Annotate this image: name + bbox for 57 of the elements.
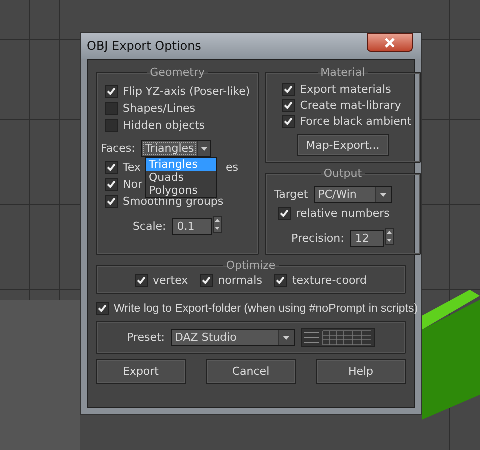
preset-dropdown[interactable]: DAZ Studio bbox=[171, 329, 295, 346]
checkbox-label: Force black ambient bbox=[300, 115, 412, 128]
group-title: Optimize bbox=[225, 259, 277, 272]
checkbox[interactable] bbox=[282, 83, 296, 96]
precision-label: Precision: bbox=[292, 232, 344, 244]
list-option[interactable]: Quads bbox=[146, 171, 216, 184]
group-title: Material bbox=[320, 66, 366, 79]
checkbox[interactable] bbox=[274, 274, 288, 287]
map-export-button[interactable]: Map-Export... bbox=[297, 134, 389, 156]
checkbox-label: relative numbers bbox=[296, 207, 390, 220]
checkbox[interactable] bbox=[105, 195, 118, 208]
spinner-arrows-icon[interactable] bbox=[385, 228, 394, 245]
checkbox-label: Create mat-library bbox=[300, 99, 402, 112]
close-button[interactable] bbox=[367, 33, 413, 52]
target-label: Target bbox=[274, 188, 308, 201]
checkbox[interactable] bbox=[282, 115, 296, 128]
scale-label: Scale: bbox=[132, 220, 166, 232]
checkbox-label: Shapes/Lines bbox=[123, 102, 196, 115]
faces-label: Faces: bbox=[101, 142, 136, 155]
caret-icon bbox=[200, 146, 208, 150]
window-title: OBJ Export Options bbox=[87, 39, 202, 53]
checkbox[interactable] bbox=[282, 99, 296, 112]
caret-icon bbox=[283, 336, 290, 340]
dialog-button[interactable]: Help bbox=[316, 359, 406, 384]
checkbox[interactable] bbox=[200, 274, 214, 287]
checkbox-label: es bbox=[226, 161, 238, 174]
checkbox-label: normals bbox=[218, 274, 262, 287]
checkbox[interactable] bbox=[105, 85, 118, 98]
caret-icon bbox=[380, 192, 388, 196]
close-icon bbox=[384, 38, 396, 48]
checkbox-label: Nor bbox=[123, 178, 142, 191]
checkbox-label: Hidden objects bbox=[123, 119, 206, 132]
precision-field[interactable]: 12 bbox=[350, 230, 384, 246]
checkbox[interactable] bbox=[134, 274, 148, 287]
checkbox[interactable] bbox=[96, 302, 109, 315]
group-title: Output bbox=[322, 167, 364, 180]
checkbox-label: Tex bbox=[123, 161, 141, 174]
group-title: Geometry bbox=[149, 66, 206, 79]
checkbox-label: Flip YZ-axis (Poser-like) bbox=[123, 85, 250, 98]
preset-grid-icon[interactable] bbox=[301, 328, 375, 347]
spinner-arrows-icon[interactable] bbox=[213, 216, 222, 233]
checkbox[interactable] bbox=[105, 178, 118, 191]
dialog-button[interactable]: Cancel bbox=[206, 359, 296, 384]
list-option[interactable]: Polygons bbox=[146, 184, 216, 197]
checkbox[interactable] bbox=[105, 102, 118, 115]
checkbox-label: texture-coord bbox=[292, 274, 367, 287]
scale-field[interactable]: 0.1 bbox=[172, 218, 212, 234]
preset-label: Preset: bbox=[126, 331, 165, 344]
target-dropdown[interactable]: PC/Win bbox=[314, 186, 392, 203]
dialog-button[interactable]: Export bbox=[96, 359, 186, 384]
checkbox[interactable] bbox=[105, 161, 118, 174]
faces-dropdown[interactable]: Triangles bbox=[141, 140, 212, 157]
checkbox[interactable] bbox=[278, 207, 292, 220]
checkbox-label: Export materials bbox=[300, 83, 392, 96]
checkbox-label: vertex bbox=[152, 274, 188, 287]
checkbox[interactable] bbox=[105, 119, 118, 132]
checkbox-label: Smoothing groups bbox=[123, 195, 224, 208]
